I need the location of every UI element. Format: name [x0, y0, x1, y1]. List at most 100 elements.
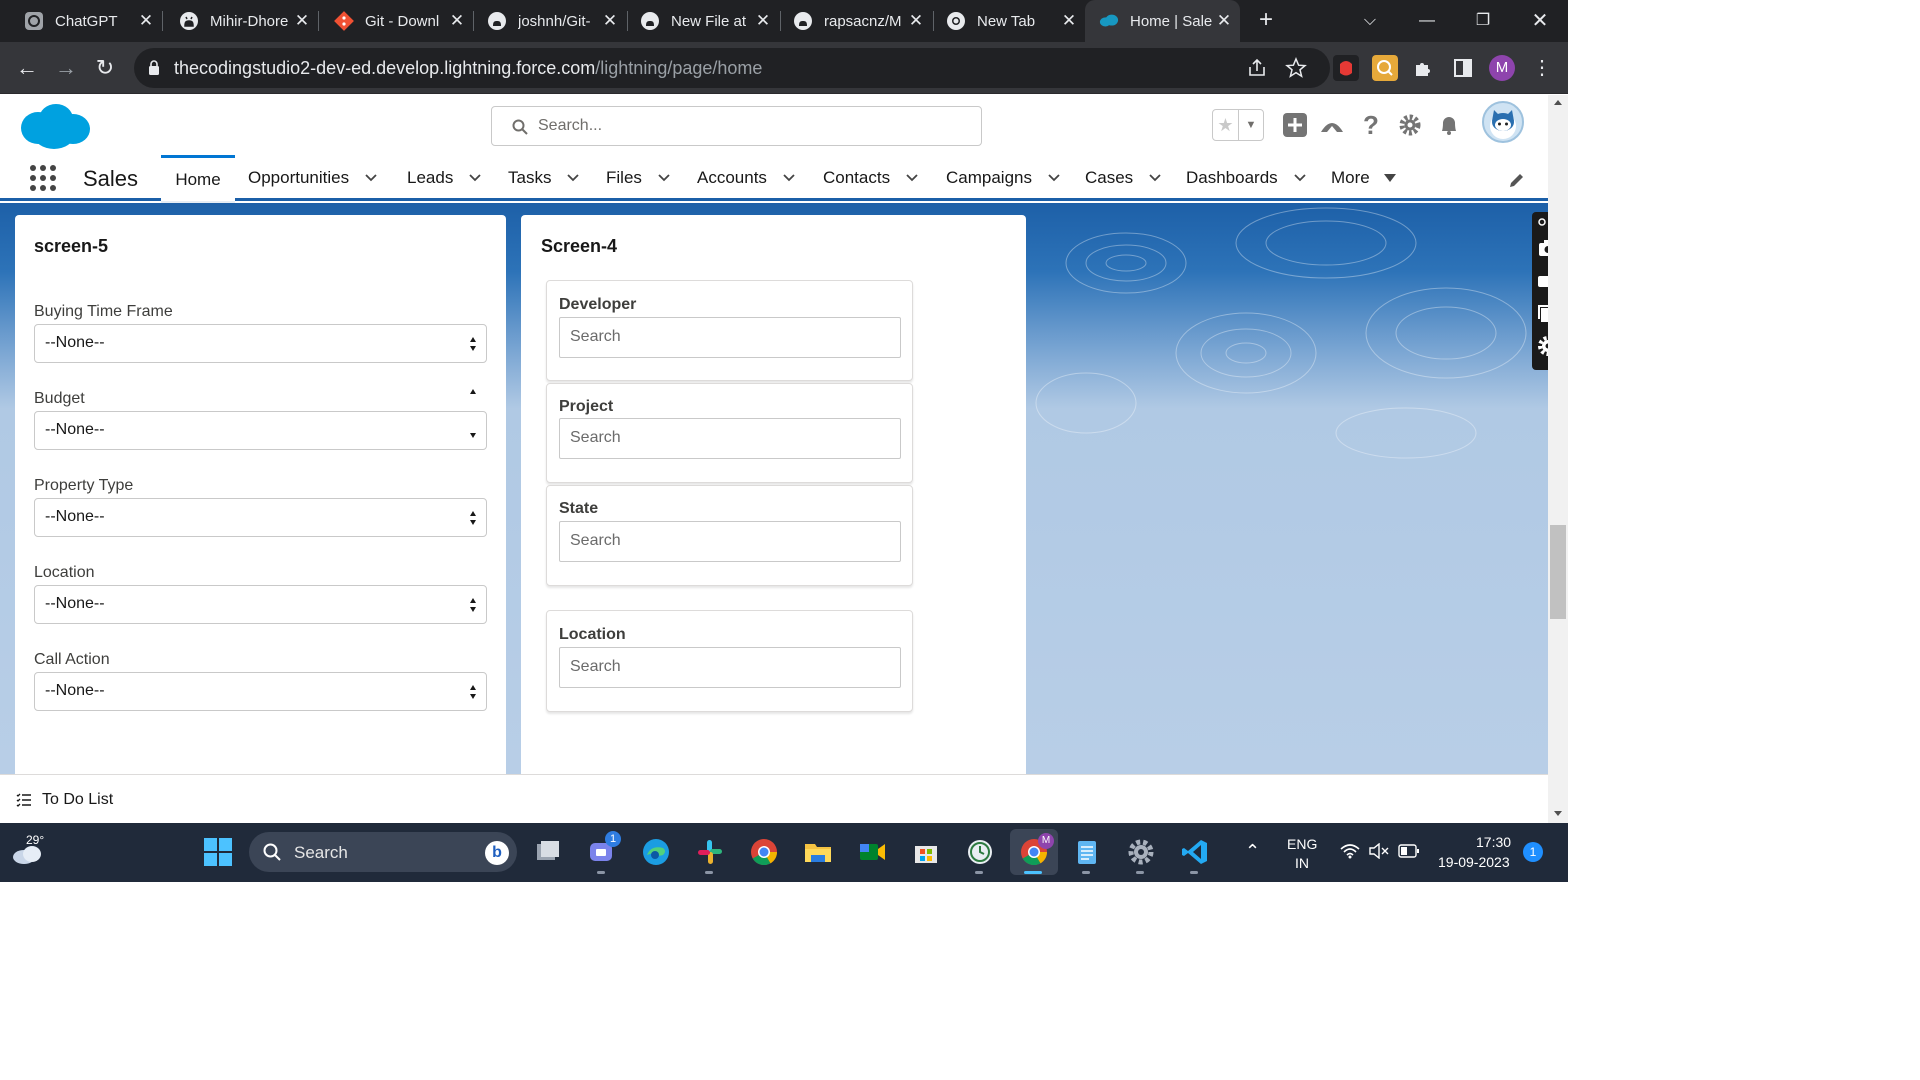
restore-button[interactable]: ❐ [1463, 7, 1503, 35]
tab-salesforce-home[interactable]: Home | Sale ✕ [1085, 0, 1240, 42]
clock-date[interactable]: 19-09-2023 [1438, 854, 1510, 870]
tab-new-tab[interactable]: New Tab ✕ [922, 0, 1085, 42]
taskbar-search[interactable]: Search b [249, 832, 517, 872]
chevron-down-icon[interactable] [365, 174, 377, 182]
tab-chatgpt[interactable]: ChatGPT ✕ [0, 0, 162, 42]
file-explorer-icon[interactable] [801, 835, 835, 869]
location-select[interactable]: --None-- [34, 585, 487, 624]
tray-overflow-chevron-icon[interactable]: ⌃ [1245, 841, 1260, 862]
chrome-menu-icon[interactable]: ⋮ [1528, 54, 1556, 82]
chrome-icon[interactable] [747, 835, 781, 869]
wifi-icon[interactable] [1340, 843, 1360, 859]
chevron-down-icon[interactable] [658, 174, 670, 182]
new-tab-button[interactable]: + [1254, 8, 1278, 32]
help-icon[interactable]: ? [1358, 110, 1384, 140]
budget-select[interactable]: --None-- [34, 411, 487, 450]
bing-icon[interactable]: b [485, 841, 509, 865]
nav-tab-campaigns[interactable]: Campaigns [946, 155, 1060, 201]
app-launcher-icon[interactable] [30, 165, 56, 191]
input-region[interactable]: IN [1295, 855, 1309, 871]
notifications-bell-icon[interactable] [1436, 112, 1462, 138]
nav-tab-more[interactable]: More [1331, 155, 1396, 201]
scroll-down-arrow-icon[interactable] [1554, 811, 1562, 816]
speaker-muted-icon[interactable] [1369, 843, 1389, 859]
edit-nav-pencil-icon[interactable] [1508, 171, 1526, 189]
settings-gear-icon[interactable] [1124, 835, 1158, 869]
nav-tab-leads[interactable]: Leads [407, 155, 481, 201]
trailhead-guidance-icon[interactable] [1319, 112, 1345, 138]
task-view-icon[interactable] [531, 835, 565, 869]
scroll-up-arrow-icon[interactable] [1554, 100, 1562, 105]
global-actions-add-icon[interactable] [1282, 112, 1308, 138]
setup-gear-icon[interactable] [1397, 112, 1423, 138]
close-icon[interactable]: ✕ [136, 11, 156, 31]
page-scrollbar[interactable] [1548, 95, 1568, 823]
salesforce-logo[interactable] [18, 101, 92, 151]
minimize-button[interactable]: — [1407, 7, 1447, 35]
property-type-select[interactable]: --None-- [34, 498, 487, 537]
to-do-list-button[interactable]: To Do List [16, 791, 113, 809]
share-icon[interactable] [1246, 57, 1268, 79]
location-search-input[interactable]: Search [559, 647, 901, 688]
profile-avatar[interactable]: M [1489, 55, 1515, 81]
user-avatar[interactable] [1482, 101, 1524, 143]
clock-time[interactable]: 17:30 [1476, 834, 1511, 850]
slack-icon[interactable] [693, 835, 727, 869]
edge-browser-icon[interactable] [639, 835, 673, 869]
close-window-button[interactable]: ✕ [1520, 7, 1560, 35]
notepad-icon[interactable] [1070, 835, 1104, 869]
clock-app-icon[interactable] [963, 835, 997, 869]
chrome-profile-icon[interactable]: M [1010, 829, 1058, 875]
windows-start-icon[interactable] [201, 835, 235, 869]
buying-time-frame-select[interactable]: --None-- [34, 324, 487, 363]
bookmark-star-icon[interactable] [1285, 57, 1307, 79]
favorites-dropdown-icon[interactable]: ▼ [1239, 110, 1263, 140]
close-icon[interactable]: ✕ [1059, 11, 1079, 31]
project-search-input[interactable]: Search [559, 418, 901, 459]
address-bar[interactable]: thecodingstudio2-dev-ed.develop.lightnin… [134, 48, 1330, 88]
developer-search-input[interactable]: Search [559, 317, 901, 358]
lock-icon[interactable] [148, 59, 160, 77]
teams-chat-icon[interactable]: 1 [585, 831, 621, 869]
tab-rapsacnz[interactable]: rapsacnz/M ✕ [769, 0, 932, 42]
favorite-star-icon[interactable]: ★ [1213, 110, 1239, 140]
vscode-icon[interactable] [1178, 835, 1212, 869]
close-icon[interactable]: ✕ [1214, 11, 1234, 31]
close-icon[interactable]: ✕ [292, 11, 312, 31]
caret-down-icon[interactable] [1383, 174, 1396, 182]
nav-tab-tasks[interactable]: Tasks [508, 155, 580, 201]
tab-git-download[interactable]: Git - Downl ✕ [310, 0, 473, 42]
nav-tab-dashboards[interactable]: Dashboards [1186, 155, 1306, 201]
tab-search-chevron-icon[interactable]: ⌵ [1350, 7, 1390, 35]
reload-icon[interactable]: ↻ [91, 54, 119, 82]
nav-tab-accounts[interactable]: Accounts [697, 155, 795, 201]
nav-tab-contacts[interactable]: Contacts [823, 155, 918, 201]
microsoft-store-icon[interactable] [909, 835, 943, 869]
call-action-select[interactable]: --None-- [34, 672, 487, 711]
tab-new-file[interactable]: New File at ✕ [616, 0, 779, 42]
extensions-puzzle-icon[interactable] [1411, 55, 1437, 81]
nav-tab-opportunities[interactable]: Opportunities [248, 155, 377, 201]
chevron-down-icon[interactable] [1294, 174, 1306, 182]
url-text[interactable]: thecodingstudio2-dev-ed.develop.lightnin… [174, 58, 762, 79]
side-panel-icon[interactable] [1450, 55, 1476, 81]
scrollbar-thumb[interactable] [1550, 525, 1566, 619]
state-search-input[interactable]: Search [559, 521, 901, 562]
extension-red-icon[interactable] [1333, 55, 1359, 81]
tab-github-mihir[interactable]: Mihir-Dhore ✕ [155, 0, 318, 42]
notification-count-badge[interactable]: 1 [1523, 842, 1543, 862]
nav-tab-cases[interactable]: Cases [1085, 155, 1161, 201]
google-meet-icon[interactable] [855, 835, 889, 869]
back-arrow-icon[interactable]: ← [13, 54, 41, 82]
chevron-down-icon[interactable] [906, 174, 918, 182]
chevron-down-icon[interactable] [1149, 174, 1161, 182]
chevron-down-icon[interactable] [783, 174, 795, 182]
tab-github-joshnh[interactable]: joshnh/Git- ✕ [463, 0, 626, 42]
chevron-down-icon[interactable] [1048, 174, 1060, 182]
forward-arrow-icon[interactable]: → [52, 54, 80, 82]
nav-tab-files[interactable]: Files [606, 155, 670, 201]
input-language[interactable]: ENG [1287, 836, 1317, 852]
global-search-input[interactable]: Search... [491, 106, 982, 146]
favorites-button-group[interactable]: ★ ▼ [1212, 109, 1264, 141]
chevron-down-icon[interactable] [567, 174, 580, 182]
